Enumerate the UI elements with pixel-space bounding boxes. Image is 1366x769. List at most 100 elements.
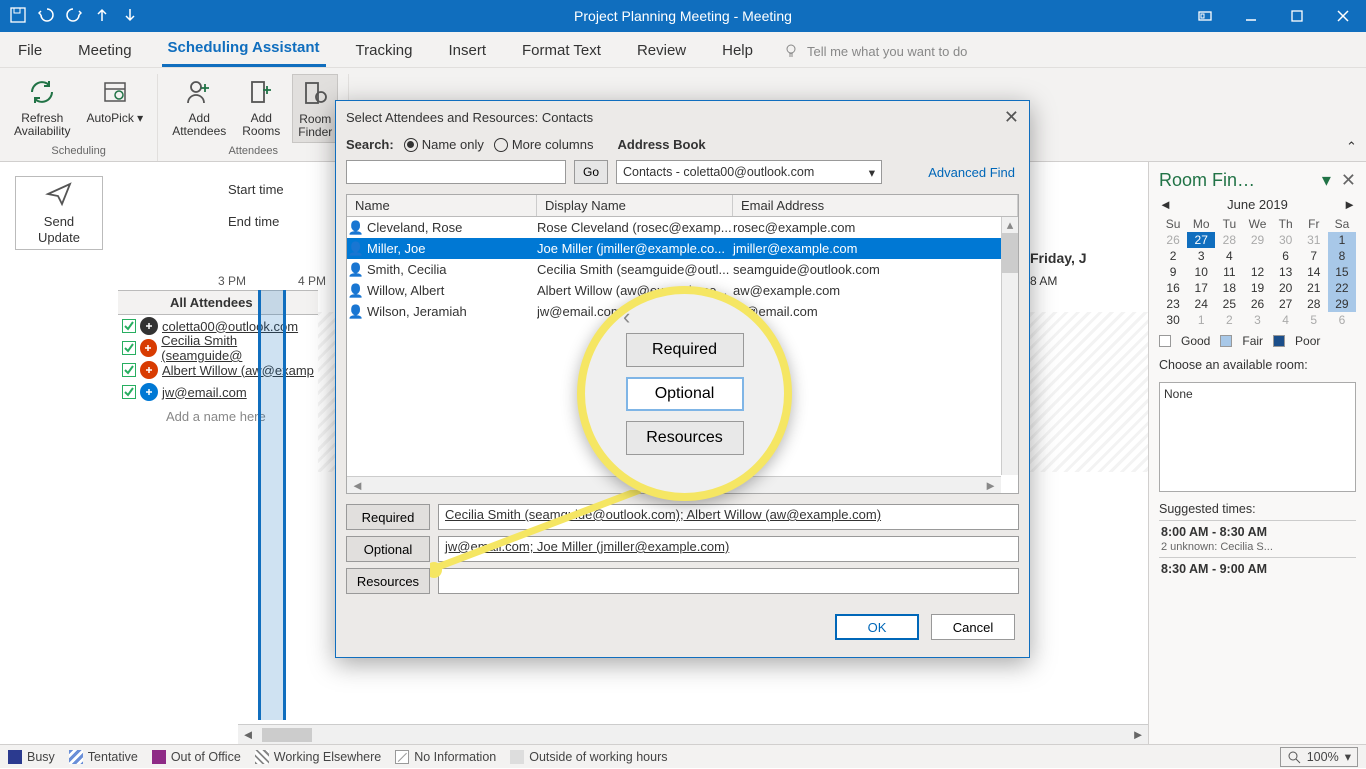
- calendar-day[interactable]: 22: [1328, 280, 1356, 296]
- calendar-day[interactable]: 7: [1300, 248, 1328, 264]
- room-finder-button[interactable]: Room Finder: [292, 74, 338, 143]
- calendar-day[interactable]: 26: [1243, 296, 1271, 312]
- ok-button[interactable]: OK: [835, 614, 919, 640]
- checkbox-icon[interactable]: [122, 319, 136, 333]
- contact-row[interactable]: 👤Miller, JoeJoe Miller (jmiller@example.…: [347, 238, 1018, 259]
- calendar-day[interactable]: 20: [1272, 280, 1300, 296]
- minimize-icon[interactable]: [1228, 0, 1274, 32]
- tab-file[interactable]: File: [12, 42, 48, 67]
- calendar-day[interactable]: 19: [1243, 280, 1271, 296]
- calendar-day[interactable]: 15: [1328, 264, 1356, 280]
- col-email[interactable]: Email Address: [733, 195, 1018, 216]
- tab-help[interactable]: Help: [716, 42, 759, 67]
- checkbox-icon[interactable]: [122, 363, 136, 377]
- contact-row[interactable]: 👤Cleveland, RoseRose Cleveland (rosec@ex…: [347, 217, 1018, 238]
- calendar-day[interactable]: 25: [1215, 296, 1243, 312]
- resources-button[interactable]: Resources: [346, 568, 430, 594]
- add-rooms-button[interactable]: Add Rooms: [238, 74, 284, 143]
- search-input[interactable]: [346, 160, 566, 184]
- attendee-row[interactable]: jw@email.com: [118, 381, 318, 403]
- advanced-find-link[interactable]: Advanced Find: [928, 165, 1015, 180]
- go-button[interactable]: Go: [574, 160, 608, 184]
- calendar-day[interactable]: 2: [1215, 312, 1243, 328]
- horizontal-scrollbar[interactable]: ◄►: [238, 724, 1148, 744]
- close-panel-icon[interactable]: ✕: [1341, 170, 1356, 190]
- up-arrow-icon[interactable]: [94, 7, 110, 26]
- calendar-day[interactable]: 3: [1187, 248, 1215, 264]
- cancel-button[interactable]: Cancel: [931, 614, 1015, 640]
- calendar-day[interactable]: 29: [1243, 232, 1271, 248]
- prev-month-icon[interactable]: ◄: [1159, 197, 1172, 212]
- calendar-day[interactable]: 10: [1187, 264, 1215, 280]
- optional-button[interactable]: Optional: [346, 536, 430, 562]
- zoom-control[interactable]: 100%▾: [1280, 747, 1358, 767]
- autopick-button[interactable]: AutoPick ▾: [82, 74, 147, 143]
- tell-me-search[interactable]: Tell me what you want to do: [783, 43, 967, 67]
- calendar-day[interactable]: 11: [1215, 264, 1243, 280]
- tab-review[interactable]: Review: [631, 42, 692, 67]
- calendar-day[interactable]: 5: [1300, 312, 1328, 328]
- calendar-day[interactable]: 4: [1215, 248, 1243, 264]
- calendar-day[interactable]: 3: [1243, 312, 1271, 328]
- tab-tracking[interactable]: Tracking: [350, 42, 419, 67]
- next-month-icon[interactable]: ►: [1343, 197, 1356, 212]
- calendar-day[interactable]: 28: [1215, 232, 1243, 248]
- collapse-ribbon-icon[interactable]: ⌃: [1346, 74, 1366, 161]
- add-attendees-button[interactable]: Add Attendees: [168, 74, 230, 143]
- calendar-day[interactable]: 24: [1187, 296, 1215, 312]
- calendar-day[interactable]: 6: [1272, 248, 1300, 264]
- room-list[interactable]: None: [1159, 382, 1356, 492]
- tab-format-text[interactable]: Format Text: [516, 42, 607, 67]
- ribbon-display-icon[interactable]: [1182, 0, 1228, 32]
- suggested-slot[interactable]: 8:30 AM - 9:00 AM: [1159, 557, 1356, 580]
- suggested-slot[interactable]: 8:00 AM - 8:30 AM2 unknown: Cecilia S...: [1159, 520, 1356, 557]
- checkbox-icon[interactable]: [122, 341, 136, 355]
- add-name-field[interactable]: Add a name here: [118, 403, 318, 424]
- calendar-day[interactable]: 8: [1328, 248, 1356, 264]
- address-book-dropdown[interactable]: Contacts - coletta00@outlook.com▾: [616, 160, 882, 184]
- calendar-day[interactable]: 1: [1328, 232, 1356, 248]
- attendee-row[interactable]: Cecilia Smith (seamguide@: [118, 337, 318, 359]
- maximize-icon[interactable]: [1274, 0, 1320, 32]
- refresh-availability-button[interactable]: Refresh Availability: [10, 74, 74, 143]
- calendar-day[interactable]: 21: [1300, 280, 1328, 296]
- calendar-day[interactable]: 31: [1300, 232, 1328, 248]
- calendar-day[interactable]: 12: [1243, 264, 1271, 280]
- save-icon[interactable]: [10, 7, 26, 26]
- calendar-day[interactable]: 27: [1187, 232, 1215, 248]
- calendar-day[interactable]: 4: [1272, 312, 1300, 328]
- optional-field[interactable]: jw@email.com; Joe Miller (jmiller@exampl…: [438, 536, 1019, 562]
- more-columns-radio[interactable]: More columns: [494, 137, 594, 152]
- tab-meeting[interactable]: Meeting: [72, 42, 137, 67]
- calendar-day[interactable]: 29: [1328, 296, 1356, 312]
- attendee-row[interactable]: Albert Willow (aw@examp: [118, 359, 318, 381]
- calendar-day[interactable]: 14: [1300, 264, 1328, 280]
- contact-row[interactable]: 👤Smith, CeciliaCecilia Smith (seamguide@…: [347, 259, 1018, 280]
- mini-calendar[interactable]: SuMoTuWeThFrSa 2627282930311234567891011…: [1159, 216, 1356, 328]
- calendar-day[interactable]: 9: [1159, 264, 1187, 280]
- selected-time-range[interactable]: [258, 290, 286, 720]
- calendar-day[interactable]: 23: [1159, 296, 1187, 312]
- col-display[interactable]: Display Name: [537, 195, 733, 216]
- calendar-day[interactable]: 16: [1159, 280, 1187, 296]
- name-only-radio[interactable]: Name only: [404, 137, 484, 152]
- col-name[interactable]: Name: [347, 195, 537, 216]
- calendar-day[interactable]: 2: [1159, 248, 1187, 264]
- undo-icon[interactable]: [38, 7, 54, 26]
- calendar-day[interactable]: 6: [1328, 312, 1356, 328]
- required-button[interactable]: Required: [346, 504, 430, 530]
- redo-icon[interactable]: [66, 7, 82, 26]
- calendar-day[interactable]: 26: [1159, 232, 1187, 248]
- down-arrow-icon[interactable]: [122, 7, 138, 26]
- calendar-day[interactable]: 17: [1187, 280, 1215, 296]
- tab-scheduling-assistant[interactable]: Scheduling Assistant: [162, 39, 326, 67]
- dialog-close-icon[interactable]: ✕: [1004, 107, 1019, 128]
- close-icon[interactable]: [1320, 0, 1366, 32]
- tab-insert[interactable]: Insert: [443, 42, 493, 67]
- send-update-button[interactable]: Send Update: [15, 176, 103, 250]
- list-vscroll[interactable]: ▴: [1001, 217, 1018, 475]
- calendar-day[interactable]: 30: [1159, 312, 1187, 328]
- calendar-day[interactable]: 18: [1215, 280, 1243, 296]
- calendar-day[interactable]: 1: [1187, 312, 1215, 328]
- calendar-day[interactable]: 30: [1272, 232, 1300, 248]
